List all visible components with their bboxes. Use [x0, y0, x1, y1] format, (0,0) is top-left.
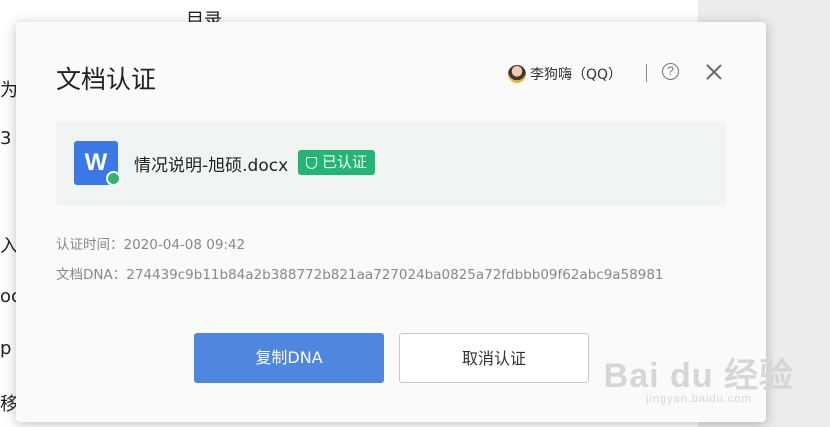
cancel-certification-button[interactable]: 取消认证: [399, 333, 589, 383]
bg-text-fragment: 3: [0, 128, 12, 149]
user-name: 李狗嗨（QQ）: [530, 67, 623, 83]
certification-time: 认证时间：2020-04-08 09:42: [56, 237, 246, 253]
baidu-jingyan-watermark: Bai du 经验 jingyan.baidu.com: [603, 357, 794, 405]
document-dna: 文档DNA：274439c9b11b84a2b388772b821aa72702…: [56, 267, 664, 283]
shield-icon: [306, 156, 317, 169]
divider: [646, 64, 647, 82]
copy-dna-button[interactable]: 复制DNA: [194, 333, 384, 383]
bg-text-fragment: p: [0, 338, 12, 359]
user-account[interactable]: 李狗嗨（QQ）: [508, 64, 622, 84]
dialog-title: 文档认证: [56, 65, 157, 94]
file-card: W 情况说明-旭硕.docx 已认证: [56, 121, 726, 206]
close-icon[interactable]: [704, 62, 724, 82]
verified-badge-label: 已认证: [322, 153, 368, 171]
help-icon[interactable]: ?: [662, 63, 679, 80]
verified-shield-icon: [106, 171, 121, 186]
file-name: 情况说明-旭硕.docx: [134, 156, 289, 176]
avatar: [508, 65, 526, 83]
verified-badge: 已认证: [298, 150, 376, 175]
